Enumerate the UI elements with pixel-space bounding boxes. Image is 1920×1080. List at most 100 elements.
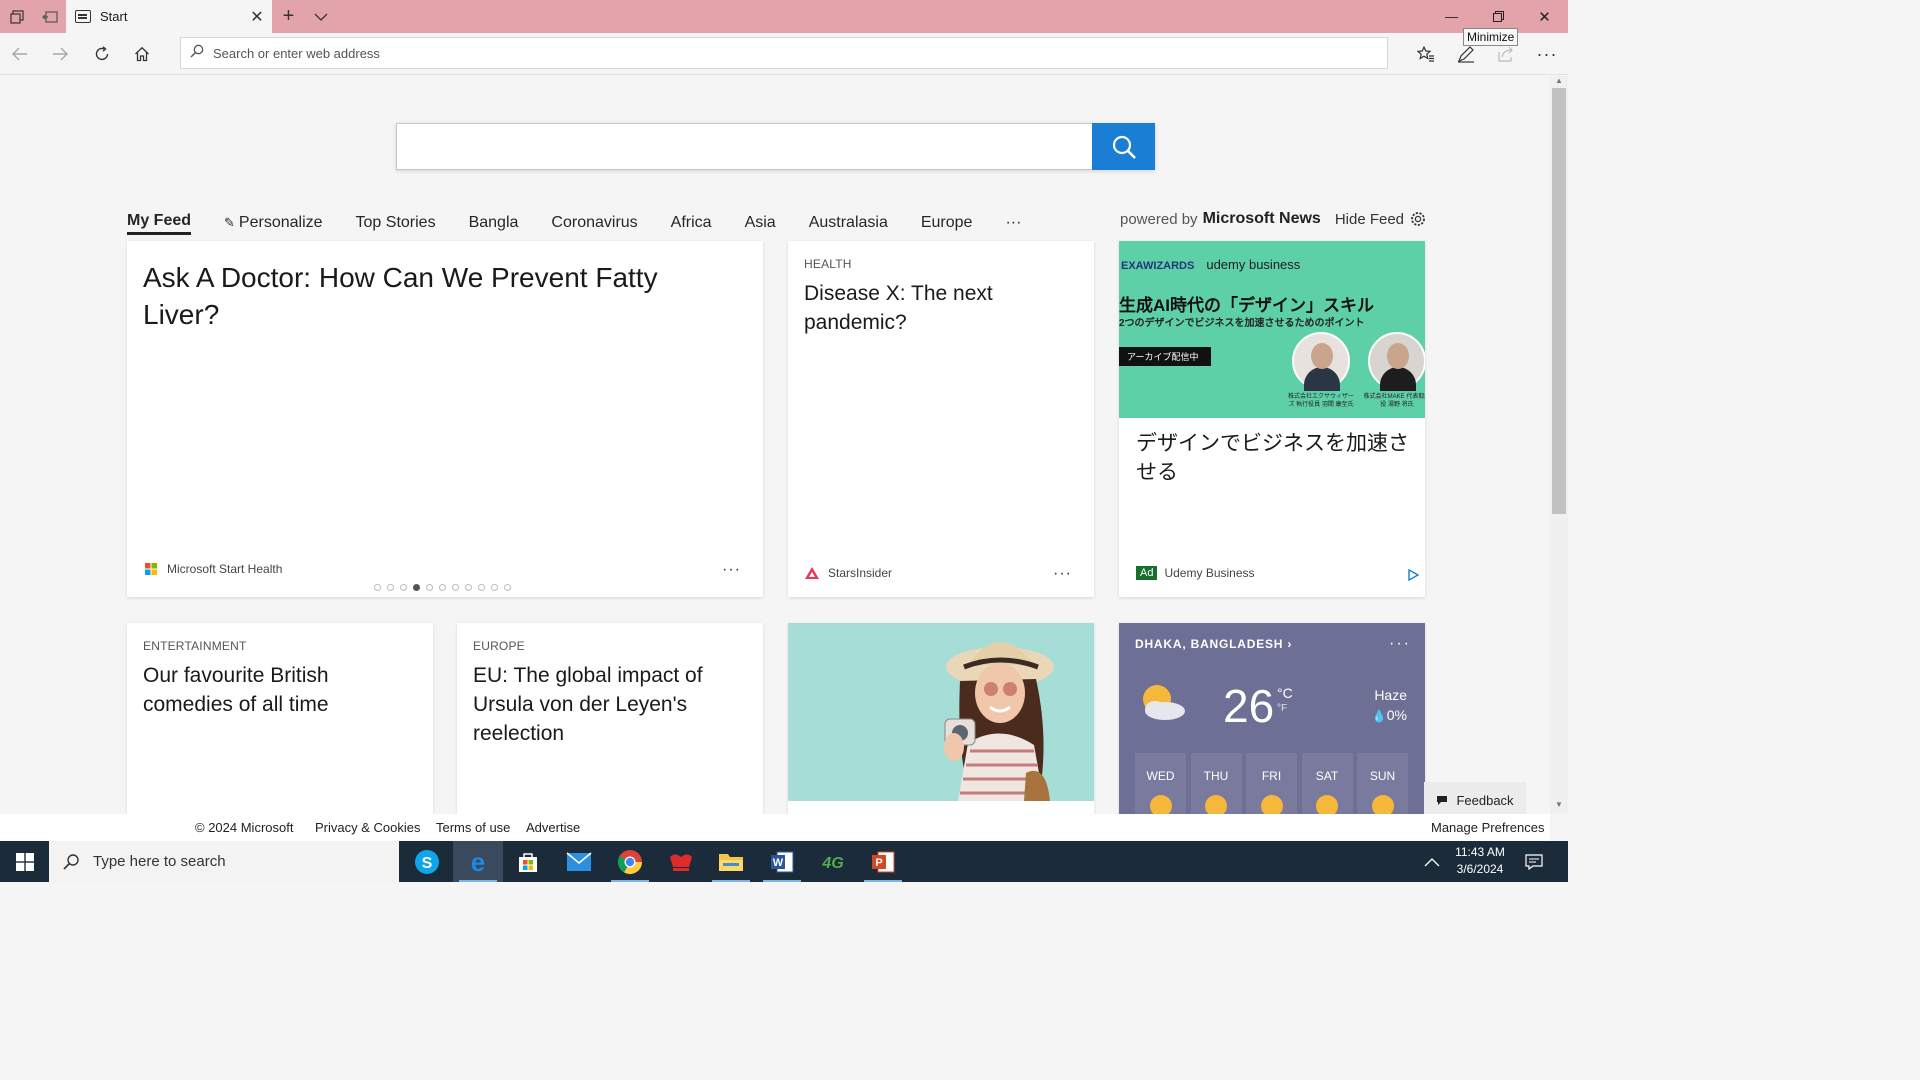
action-center-icon[interactable] [1525,841,1543,882]
mail-icon[interactable] [554,841,604,882]
tab-start[interactable]: Start ✕ [66,0,272,33]
feed-tab-top-stories[interactable]: Top Stories [356,214,436,232]
ad-source[interactable]: Ad Udemy Business [1136,566,1255,580]
scroll-down-arrow-icon[interactable]: ▼ [1550,800,1568,812]
forecast-day[interactable]: FRI [1246,753,1297,814]
address-bar[interactable] [180,37,1388,69]
feed-tab-asia[interactable]: Asia [745,214,776,232]
carousel-dot[interactable] [504,584,511,591]
close-window-button[interactable]: ✕ [1521,0,1568,33]
refresh-button[interactable] [82,33,122,75]
hero-more-button[interactable]: ··· [722,561,741,579]
taskbar-search-box[interactable] [49,841,399,882]
entertainment-news-card[interactable]: ENTERTAINMENT Our favourite British come… [127,623,433,814]
feed-tab-africa[interactable]: Africa [671,214,712,232]
weather-card[interactable]: DHAKA, BANGLADESH › ··· 26 °C °F Haze 💧0… [1119,623,1425,814]
current-temperature: 26 [1223,680,1275,732]
tab-preview-chevron-icon[interactable] [304,0,337,33]
forecast-day[interactable]: THU [1190,753,1242,814]
minimize-tooltip: Minimize [1463,28,1519,46]
forward-button[interactable] [40,33,80,75]
web-search-input[interactable] [397,124,1087,169]
europe-headline[interactable]: EU: The global impact of Ursula von der … [473,661,747,748]
taskbar-search-input[interactable] [93,853,383,870]
adchoices-icon[interactable] [1407,568,1420,586]
page-scrollbar[interactable]: ▲ ▼ [1550,76,1568,814]
carousel-dot[interactable] [387,584,394,591]
scroll-up-arrow-icon[interactable]: ▲ [1550,76,1568,88]
taskbar-clock[interactable]: 11:43 AM 3/6/2024 [1444,844,1516,878]
manage-preferences-link[interactable]: Manage Prefrences [1431,820,1544,835]
ad-card[interactable]: EXAWIZARDS udemy business 生成AI時代の「デザイン」スキ… [1119,241,1425,597]
carousel-dot[interactable] [426,584,433,591]
microsoft-news-logo[interactable]: Microsoft News [1203,210,1321,228]
carousel-dot[interactable] [439,584,446,591]
home-button[interactable] [122,33,162,75]
hero-source[interactable]: Microsoft Start Health [145,562,282,576]
new-tab-icon[interactable]: + [272,0,305,33]
weather-location[interactable]: DHAKA, BANGLADESH › [1135,637,1292,651]
4g-icon[interactable]: 4G [808,841,858,882]
scrollbar-thumb[interactable] [1552,88,1566,514]
carousel-dot[interactable] [491,584,498,591]
hero-headline[interactable]: Ask A Doctor: How Can We Prevent Fatty L… [143,259,723,333]
feed-tab-europe[interactable]: Europe [921,214,973,232]
carousel-dot[interactable] [478,584,485,591]
hide-feed-button[interactable]: Hide Feed [1335,211,1404,228]
hero-news-card[interactable]: Ask A Doctor: How Can We Prevent Fatty L… [127,241,763,597]
terms-link[interactable]: Terms of use [436,820,510,835]
bangla-app-icon[interactable] [656,841,706,882]
skype-icon[interactable]: S [402,841,452,882]
weather-more-button[interactable]: ··· [1389,635,1411,653]
set-tabs-aside-icon[interactable] [33,0,66,33]
search-button[interactable] [1092,123,1155,170]
carousel-dot-active[interactable] [413,584,420,591]
back-button[interactable] [0,33,40,75]
forecast-day[interactable]: WED [1135,753,1186,814]
settings-and-more-icon[interactable]: ··· [1527,33,1567,75]
feed-tab-coronavirus[interactable]: Coronavirus [551,214,637,232]
word-icon[interactable]: W [757,841,807,882]
carousel-dot[interactable] [374,584,381,591]
address-input[interactable] [213,45,1363,61]
carousel-dot[interactable] [452,584,459,591]
favorites-icon[interactable] [1406,33,1446,75]
file-explorer-icon[interactable] [706,841,756,882]
store-icon[interactable] [503,841,553,882]
forecast-day[interactable]: SUN [1357,753,1408,814]
feed-more-button[interactable]: ··· [1005,214,1021,232]
feed-tab-bangla[interactable]: Bangla [469,214,519,232]
gear-icon[interactable] [1410,211,1426,227]
ad-headline[interactable]: デザインでビジネスを加速させる [1136,429,1411,487]
temperature-units[interactable]: °C °F [1277,685,1293,717]
show-hidden-icons-chevron-icon[interactable] [1424,841,1440,882]
fahrenheit-unit[interactable]: °F [1277,701,1293,717]
health-headline[interactable]: Disease X: The next pandemic? [804,279,1078,337]
europe-news-card[interactable]: EUROPE EU: The global impact of Ursula v… [457,623,763,814]
edge-icon[interactable]: e [453,841,503,882]
celsius-unit[interactable]: °C [1277,685,1293,701]
health-more-button[interactable]: ··· [1053,565,1072,583]
entertainment-headline[interactable]: Our favourite British comedies of all ti… [143,661,417,719]
tab-actions-icon[interactable] [0,0,33,33]
carousel-dot[interactable] [400,584,407,591]
close-tab-icon[interactable]: ✕ [242,7,272,27]
windows-start-icon[interactable] [0,841,49,882]
image-news-card[interactable] [788,623,1094,814]
powerpoint-icon[interactable]: P [858,841,908,882]
day-label: FRI [1261,769,1282,783]
feed-tab-australasia[interactable]: Australasia [809,214,888,232]
health-news-card[interactable]: HEALTH Disease X: The next pandemic? Sta… [788,241,1094,597]
feedback-button[interactable]: Feedback [1424,782,1526,814]
feed-tab-personalize[interactable]: ✎ Personalize [224,214,323,232]
advertise-link[interactable]: Advertise [526,820,580,835]
carousel-dots [374,584,517,591]
privacy-link[interactable]: Privacy & Cookies [315,820,420,835]
forecast-day[interactable]: SAT [1301,753,1353,814]
feed-tab-my-feed[interactable]: My Feed [127,212,192,235]
health-source[interactable]: StarsInsider [805,566,892,580]
chrome-icon[interactable] [605,841,655,882]
web-search-box[interactable] [396,123,1155,170]
ad-banner-image[interactable]: EXAWIZARDS udemy business 生成AI時代の「デザイン」スキ… [1119,241,1425,418]
carousel-dot[interactable] [465,584,472,591]
